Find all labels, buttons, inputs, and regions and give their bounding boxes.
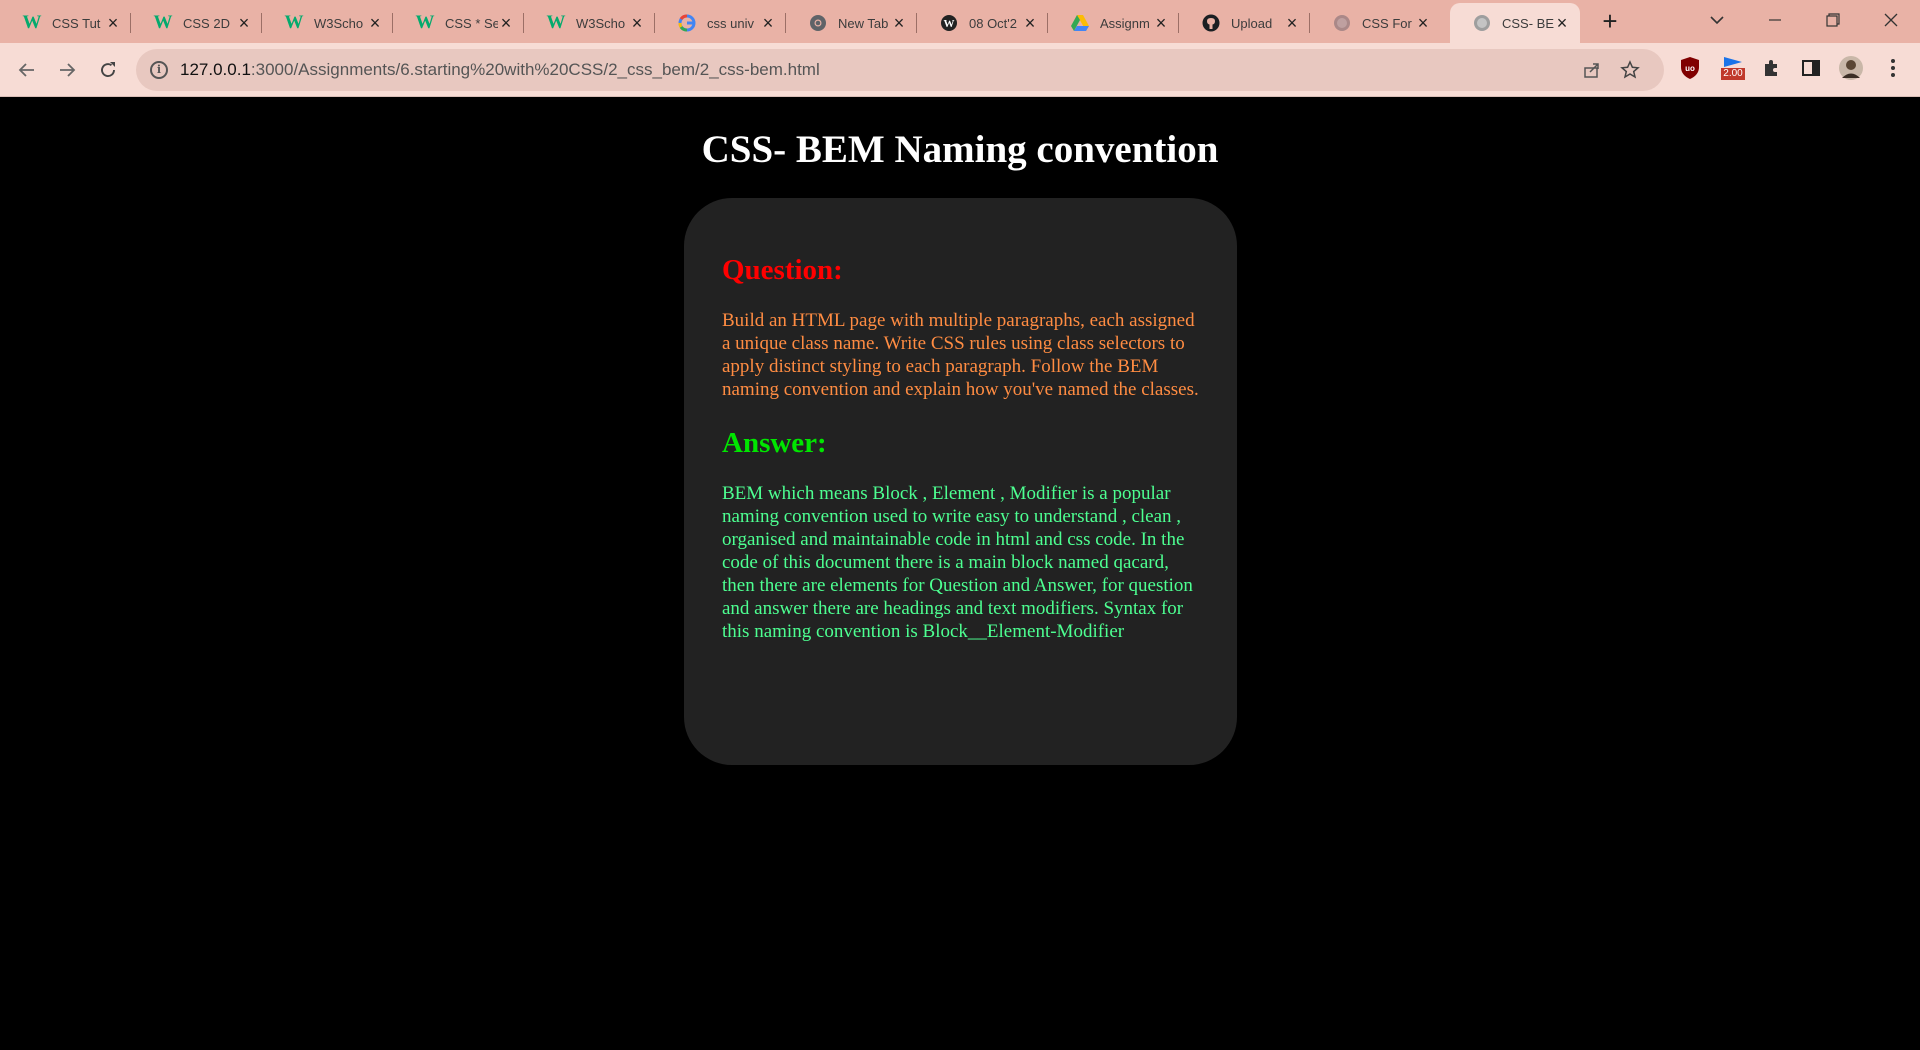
w3schools-icon: W [415, 12, 435, 33]
browser-toolbar: i 127.0.0.1:3000/Assignments/6.starting%… [0, 43, 1920, 97]
close-icon[interactable]: × [1284, 14, 1300, 32]
close-icon[interactable]: × [891, 14, 907, 32]
svg-text:W: W [944, 18, 955, 30]
tab-title: CSS Tut [52, 15, 101, 31]
close-icon[interactable]: × [760, 14, 776, 32]
tab-title: css univ [707, 15, 754, 31]
tab-title: CSS For [1362, 15, 1412, 31]
svg-text:uo: uo [1685, 64, 1695, 73]
close-icon[interactable]: × [498, 14, 514, 32]
tab-new-tab[interactable]: New Tab × [786, 3, 917, 43]
tab-css-for[interactable]: CSS For × [1310, 3, 1441, 43]
close-icon[interactable]: × [367, 14, 383, 32]
new-tab-button[interactable]: + [1596, 8, 1624, 36]
close-icon[interactable]: × [1554, 14, 1570, 32]
info-icon[interactable]: i [150, 61, 168, 79]
reload-button[interactable] [93, 55, 123, 85]
url-text[interactable]: 127.0.0.1:3000/Assignments/6.starting%20… [180, 60, 820, 80]
google-icon [677, 13, 697, 33]
url-host: 127.0.0.1 [180, 60, 251, 79]
reload-icon [101, 62, 115, 77]
side-panel-icon[interactable] [1798, 55, 1824, 81]
tab-search-button[interactable] [1688, 0, 1746, 40]
tab-strip: W CSS Tut × W CSS 2D × W W3Scho × W CSS … [0, 0, 1920, 43]
w3schools-icon: W [153, 12, 173, 33]
tab-title: New Tab [838, 15, 889, 31]
profile-avatar[interactable] [1838, 55, 1864, 81]
question-heading: Question: [722, 254, 843, 286]
tab-wordpress[interactable]: W 08 Oct'2 × [917, 3, 1048, 43]
tab-css-tutorial[interactable]: W CSS Tut × [0, 3, 131, 43]
tab-title: W3Scho [314, 15, 364, 31]
w3schools-icon: W [546, 12, 566, 33]
tab-github-upload[interactable]: Upload × [1179, 3, 1310, 43]
address-bar[interactable]: i 127.0.0.1:3000/Assignments/6.starting%… [136, 49, 1664, 91]
tab-w3schools-2[interactable]: W W3Scho × [524, 3, 655, 43]
back-button[interactable] [12, 55, 42, 85]
tab-title: CSS- BE [1502, 15, 1554, 31]
tab-css-2d[interactable]: W CSS 2D × [131, 3, 262, 43]
w3schools-icon: W [22, 12, 42, 33]
question-text: Build an HTML page with multiple paragra… [722, 310, 1199, 400]
ublock-icon[interactable]: uo [1677, 55, 1703, 81]
close-icon[interactable]: × [1153, 14, 1169, 32]
w3schools-icon: W [284, 12, 304, 33]
share-icon[interactable] [1580, 58, 1604, 82]
close-window-button[interactable] [1862, 0, 1920, 40]
tab-title: 08 Oct'2 [969, 15, 1018, 31]
close-icon [1884, 13, 1898, 27]
restore-button[interactable] [1804, 0, 1862, 40]
answer-heading: Answer: [722, 427, 827, 459]
tab-css-selectors[interactable]: W CSS * Se × [393, 3, 524, 43]
arrow-left-icon [18, 63, 34, 77]
menu-kebab-icon[interactable] [1880, 55, 1906, 81]
chevron-down-icon [1710, 16, 1724, 25]
tab-title: W3Scho [576, 15, 626, 31]
wordpress-icon: W [939, 13, 959, 33]
page-title: CSS- BEM Naming convention [701, 128, 1219, 171]
forward-button[interactable] [52, 55, 82, 85]
tab-title: CSS * Se [445, 15, 498, 31]
tab-google-search[interactable]: css univ × [655, 3, 786, 43]
close-icon[interactable]: × [105, 14, 121, 32]
tab-assignments-drive[interactable]: Assignm × [1048, 3, 1179, 43]
close-icon[interactable]: × [236, 14, 252, 32]
globe-icon [1472, 13, 1492, 33]
tab-w3schools-1[interactable]: W W3Scho × [262, 3, 393, 43]
github-icon [1201, 13, 1221, 33]
tab-title: CSS 2D [183, 15, 230, 31]
url-path: :3000/Assignments/6.starting%20with%20CS… [250, 60, 820, 79]
google-drive-icon [1070, 13, 1090, 33]
answer-text: BEM which means Block , Element , Modifi… [722, 483, 1193, 642]
tab-title: Upload [1231, 15, 1273, 31]
tab-css-bem[interactable]: CSS- BE × [1450, 3, 1580, 43]
extensions-puzzle-icon[interactable] [1758, 55, 1784, 81]
close-icon[interactable]: × [1415, 14, 1431, 32]
globe-icon [1332, 13, 1352, 33]
bookmark-star-icon[interactable] [1618, 58, 1642, 82]
page-viewport: CSS- BEM Naming convention Question: Bui… [0, 97, 1920, 1050]
video-speed-extension-icon[interactable]: 2.00 [1716, 55, 1750, 81]
restore-icon [1826, 13, 1840, 27]
close-icon[interactable]: × [1022, 14, 1038, 32]
chrome-icon [808, 13, 828, 33]
qacard: Question: Build an HTML page with multip… [684, 198, 1237, 765]
minimize-icon [1769, 19, 1781, 21]
close-icon[interactable]: × [629, 14, 645, 32]
minimize-button[interactable] [1746, 0, 1804, 40]
tab-title: Assignm [1100, 15, 1150, 31]
play-icon [1724, 57, 1742, 67]
extension-badge: 2.00 [1721, 68, 1745, 80]
arrow-right-icon [60, 63, 76, 77]
